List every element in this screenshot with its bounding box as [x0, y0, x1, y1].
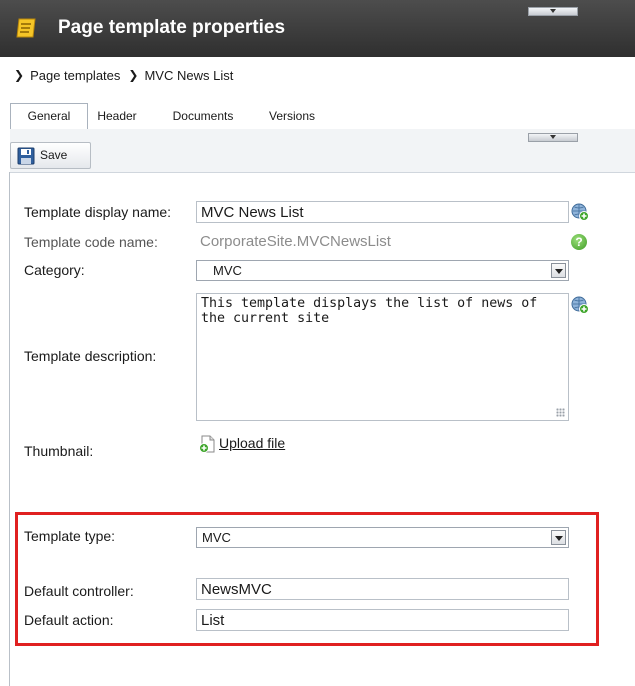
chevron-down-icon: [551, 530, 566, 545]
code-name-label: Template code name:: [24, 234, 158, 250]
breadcrumb-link-page-templates[interactable]: Page templates: [30, 68, 120, 83]
chevron-right-icon: ❯: [14, 68, 25, 82]
document-properties-icon: [16, 18, 36, 38]
description-label: Template description:: [24, 348, 157, 364]
default-action-input[interactable]: List: [196, 609, 569, 631]
upload-file-label: Upload file: [219, 435, 286, 451]
default-controller-input[interactable]: NewsMVC: [196, 578, 569, 600]
resize-grip-icon[interactable]: [556, 408, 565, 417]
category-selected: MVC: [213, 263, 242, 278]
floppy-disk-icon: [17, 147, 35, 165]
description-text: This template displays the list of news …: [201, 296, 538, 326]
toolbar: Save: [10, 129, 635, 173]
tab-versions[interactable]: Versions: [255, 104, 329, 128]
default-action-label: Default action:: [24, 612, 114, 628]
category-label: Category:: [24, 262, 85, 278]
save-button-label: Save: [40, 148, 68, 162]
template-type-selected: MVC: [202, 530, 231, 545]
upload-file-icon: [199, 435, 215, 453]
code-name-value: CorporateSite.MVCNewsList: [200, 233, 391, 250]
content-border: [9, 172, 10, 686]
thumbnail-label: Thumbnail:: [24, 443, 94, 459]
collapse-toolbar-toggle[interactable]: [528, 133, 578, 142]
chevron-right-icon: ❯: [128, 68, 139, 82]
template-type-label: Template type:: [24, 528, 116, 544]
globe-add-icon[interactable]: [571, 203, 589, 221]
tab-bar: General Header Documents Versions: [10, 100, 635, 130]
default-controller-label: Default controller:: [24, 583, 134, 599]
description-textarea[interactable]: This template displays the list of news …: [196, 293, 569, 421]
collapse-header-toggle[interactable]: [528, 7, 578, 16]
breadcrumb: ❯ Page templates ❯ MVC News List: [14, 68, 233, 83]
tab-header[interactable]: Header: [88, 104, 146, 128]
globe-add-icon[interactable]: [571, 296, 589, 314]
chevron-down-icon: [551, 263, 566, 278]
help-icon[interactable]: ?: [571, 234, 587, 250]
display-name-label: Template display name:: [24, 204, 172, 220]
page-title: Page template properties: [58, 17, 286, 38]
category-select[interactable]: MVC: [196, 260, 569, 281]
save-button[interactable]: Save: [10, 142, 91, 169]
template-type-select[interactable]: MVC: [196, 527, 569, 548]
breadcrumb-current: MVC News List: [144, 68, 234, 83]
tab-documents[interactable]: Documents: [160, 104, 246, 128]
title-bar: Page template properties: [0, 0, 635, 57]
display-name-input[interactable]: MVC News List: [196, 201, 569, 223]
tab-general[interactable]: General: [10, 103, 88, 130]
